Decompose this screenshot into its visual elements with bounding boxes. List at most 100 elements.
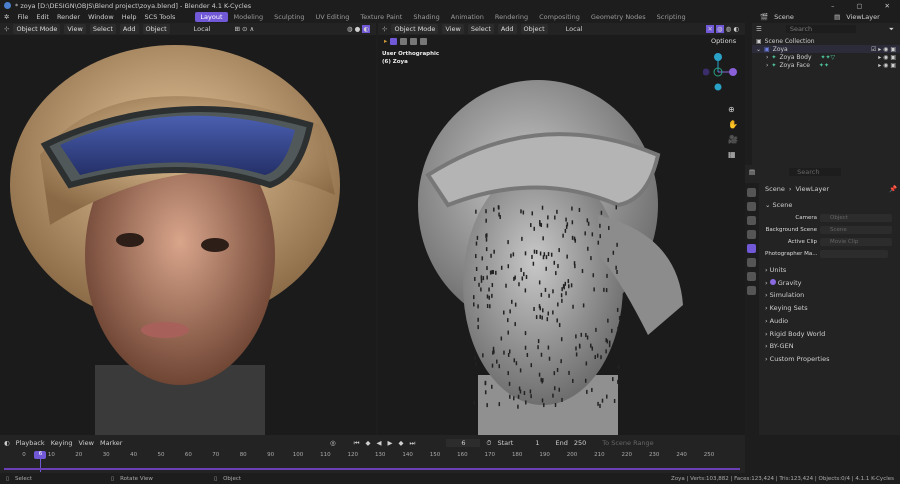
display-mode-icon[interactable]: ☰	[756, 25, 762, 33]
filter-icon[interactable]: ⏷	[889, 25, 894, 34]
select-box-icon[interactable]	[390, 37, 398, 45]
menu-edit[interactable]: Edit	[36, 13, 49, 21]
orientation-selector[interactable]: Local	[194, 25, 211, 33]
tab-scripting[interactable]: Scripting	[652, 12, 691, 22]
tab-sculpting[interactable]: Sculpting	[269, 12, 309, 22]
select-mode-icon[interactable]	[420, 37, 428, 45]
blender-logo-icon	[4, 2, 11, 9]
tab-modeling[interactable]: Modeling	[229, 12, 269, 22]
view-layer-selector[interactable]: ViewLayer	[846, 13, 880, 21]
maximize-button[interactable]: ▢	[856, 2, 862, 10]
bone-marker	[475, 241, 478, 246]
shading-buttons[interactable]: ◍ ● ◐	[347, 25, 370, 33]
menu-view[interactable]: View	[442, 24, 464, 34]
properties-search[interactable]: Search	[789, 168, 842, 176]
panel-rigid-body-world[interactable]: › Rigid Body World	[765, 330, 825, 338]
tab-texture-paint[interactable]: Texture Paint	[355, 12, 407, 22]
camera-icon[interactable]: 🎥	[728, 135, 738, 144]
snap-icon[interactable]: ⊞ ⊙ ∧	[235, 25, 255, 33]
mode-selector[interactable]: Object Mode	[13, 24, 61, 34]
expand-icon[interactable]: ⌄	[756, 46, 761, 53]
bone-marker	[523, 391, 526, 396]
scene-selector[interactable]: Scene	[774, 13, 814, 21]
editor-type-icon[interactable]: ⊹	[382, 25, 387, 33]
panel-simulation[interactable]: › Simulation	[765, 291, 804, 299]
zoom-icon[interactable]: ⊕	[728, 105, 738, 114]
collection-tab[interactable]	[747, 272, 756, 281]
scene-panel-header[interactable]: ⌄ Scene	[765, 201, 792, 209]
panel-custom-properties[interactable]: › Custom Properties	[765, 355, 830, 363]
output-tab[interactable]	[747, 216, 756, 225]
mode-selector[interactable]: Object Mode	[391, 24, 439, 34]
bone-marker	[517, 394, 520, 399]
toggle-toolbar-icon[interactable]: ▸	[384, 37, 387, 45]
outliner-search[interactable]: Search	[785, 25, 856, 33]
panel-by-gen[interactable]: › BY-GEN	[765, 342, 794, 350]
panel-audio[interactable]: › Audio	[765, 317, 788, 325]
photographer-field[interactable]	[820, 250, 888, 258]
panel-keying-sets[interactable]: › Keying Sets	[765, 304, 808, 312]
bone-marker	[543, 403, 545, 408]
tool-tab[interactable]	[747, 188, 756, 197]
visibility-icon[interactable]: ▸ ◉ ▣	[878, 54, 900, 61]
editor-type-icon[interactable]: ▤	[749, 168, 755, 176]
orientation-selector[interactable]: Local	[566, 25, 583, 33]
menu-add[interactable]: Add	[497, 24, 517, 34]
tab-animation[interactable]: Animation	[446, 12, 489, 22]
tab-rendering[interactable]: Rendering	[490, 12, 533, 22]
playhead[interactable]: 6	[34, 451, 47, 459]
outliner-item-zoya-face[interactable]: › ✦ Zoya Face ✦✦ ▸ ◉ ▣	[752, 61, 900, 69]
pin-icon[interactable]: 📌	[889, 185, 897, 193]
select-mode-icon[interactable]	[410, 37, 418, 45]
editor-type-icon[interactable]: ⊹	[4, 25, 9, 33]
bone-marker	[617, 364, 620, 369]
outliner-item-zoya[interactable]: ⌄ ▣ Zoya ☑ ▸ ◉ ▣	[752, 45, 900, 53]
render-tab[interactable]	[747, 202, 756, 211]
window-title: * zoya [D:\DESIGN\OBJS\Blend project\zoy…	[15, 1, 252, 10]
tab-geometry-nodes[interactable]: Geometry Nodes	[586, 12, 651, 22]
view-layer-tab[interactable]	[747, 230, 756, 239]
left-viewport-rendered[interactable]: ▸ Options	[0, 35, 376, 435]
texture-tab[interactable]	[747, 286, 756, 295]
tab-uv-editing[interactable]: UV Editing	[310, 12, 354, 22]
outliner-item-zoya-body[interactable]: › ✦ Zoya Body ✦✦▽ ▸ ◉ ▣	[752, 53, 900, 61]
menu-view[interactable]: View	[64, 24, 86, 34]
world-tab[interactable]	[747, 258, 756, 267]
scene-icon[interactable]: 🎬	[760, 13, 768, 21]
menu-select[interactable]: Select	[89, 24, 116, 34]
menu-scs-tools[interactable]: SCS Tools	[145, 13, 176, 21]
menu-object[interactable]: Object	[520, 24, 548, 34]
visibility-icon[interactable]: ☑ ▸ ◉ ▣	[871, 46, 900, 53]
camera-field[interactable]: Object	[820, 214, 892, 222]
right-viewport-solid[interactable]: ▸ Options User Orthographic (6) Zoya ⊕ ✋ 🎥…	[378, 35, 745, 435]
scene-tab[interactable]	[747, 244, 756, 253]
select-mode-icon[interactable]	[400, 37, 408, 45]
menu-object[interactable]: Object	[142, 24, 170, 34]
blender-menu-icon[interactable]: ✲	[4, 13, 9, 21]
visibility-icon[interactable]: ▸ ◉ ▣	[878, 62, 900, 69]
panel-units[interactable]: › Units	[765, 266, 786, 274]
overlay-icon[interactable]: ✕ ◍ ◍ ◐	[706, 25, 739, 33]
menu-add[interactable]: Add	[119, 24, 139, 34]
grid-icon[interactable]: ▦	[728, 150, 738, 159]
tab-shading[interactable]: Shading	[408, 12, 444, 22]
menu-file[interactable]: File	[17, 13, 28, 21]
view-layer-icon[interactable]: ▤	[834, 13, 840, 21]
minimize-button[interactable]: –	[831, 2, 834, 10]
menu-render[interactable]: Render	[57, 13, 80, 21]
expand-icon[interactable]: ›	[766, 54, 768, 61]
expand-icon[interactable]: ›	[766, 62, 768, 69]
menu-window[interactable]: Window	[88, 13, 114, 21]
background-scene-field[interactable]: Scene	[820, 226, 892, 234]
pan-hand-icon[interactable]: ✋	[728, 120, 738, 129]
menu-select[interactable]: Select	[467, 24, 494, 34]
bone-marker	[542, 308, 544, 313]
tab-layout[interactable]: Layout	[195, 12, 228, 22]
outliner-scene-collection[interactable]: ▣ Scene Collection	[752, 37, 900, 45]
active-clip-field[interactable]: Movie Clip	[820, 238, 892, 246]
close-button[interactable]: ✕	[885, 2, 890, 10]
tab-compositing[interactable]: Compositing	[534, 12, 585, 22]
panel-gravity[interactable]: › Gravity	[765, 278, 802, 287]
menu-help[interactable]: Help	[122, 13, 137, 21]
checkbox[interactable]	[769, 278, 776, 285]
